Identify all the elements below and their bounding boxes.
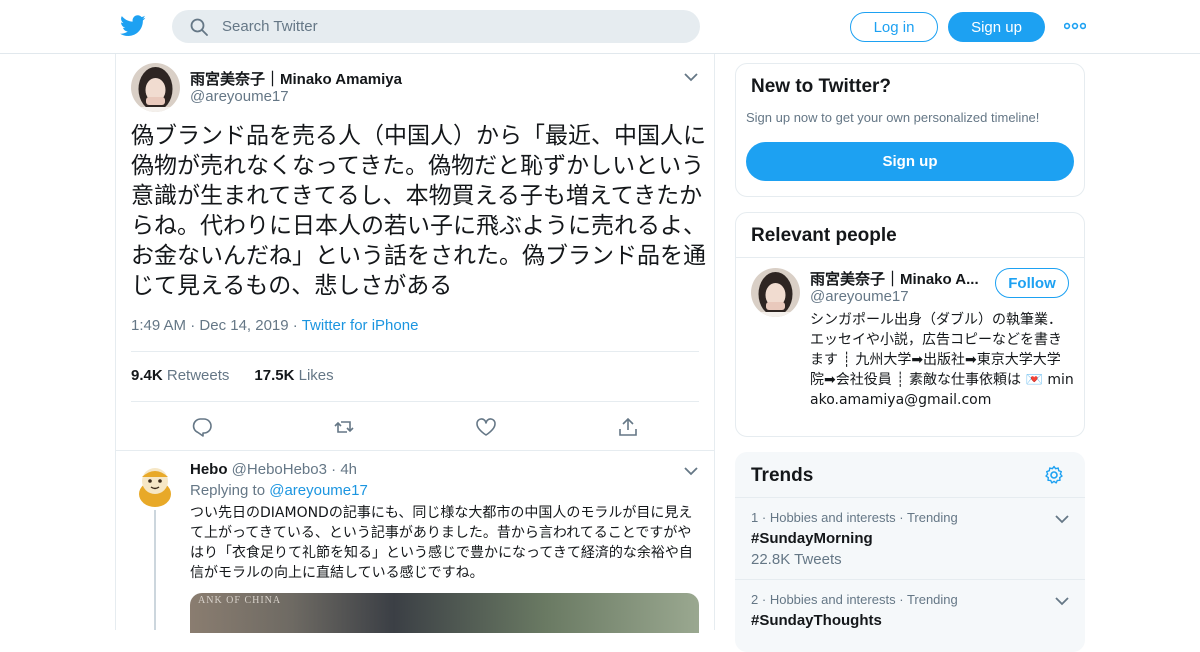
relevant-person-bio: シンガポール出身（ダブル）の執筆業．エッセイや小説，広告コピーなどを書きます ┊…	[810, 312, 1074, 408]
trends-panel: Trends 1 · Hobbies and interests · Trend…	[735, 452, 1085, 652]
share-icon[interactable]	[617, 416, 639, 438]
likes-stat[interactable]: 17.5K Likes	[254, 367, 333, 384]
top-navigation-bar: Log in Sign up	[0, 0, 1200, 54]
tweet-time[interactable]: 1:49 AM	[131, 317, 186, 334]
tweet-date[interactable]: Dec 14, 2019	[199, 317, 288, 334]
like-icon[interactable]	[475, 416, 497, 438]
author-handle[interactable]: @areyoume17	[190, 88, 289, 105]
thread-line	[154, 510, 156, 630]
trend-meta: 2 · Hobbies and interests · Trending	[751, 592, 958, 607]
log-in-button[interactable]: Log in	[850, 12, 938, 42]
search-input[interactable]	[222, 11, 682, 42]
divider	[131, 401, 699, 402]
reply-text: つい先日のDIAMONDの記事にも、同じ様な大都市の中国人のモラルが目に見えて上…	[190, 505, 693, 581]
retweet-icon[interactable]	[333, 416, 355, 438]
reply-media-image[interactable]: ANK OF CHINA	[190, 593, 699, 633]
new-to-twitter-title: New to Twitter?	[751, 76, 892, 97]
trend-name[interactable]: #SundayMorning	[751, 530, 873, 547]
reply-author-name[interactable]: Hebo	[190, 461, 228, 478]
more-dots-icon[interactable]	[1064, 22, 1086, 30]
sign-up-cta-button[interactable]: Sign up	[746, 142, 1074, 181]
relevant-person-avatar[interactable]	[751, 268, 800, 317]
reply-author-handle[interactable]: @HeboHebo3	[232, 461, 327, 478]
reply-header: Hebo @HeboHebo3 · 4h	[190, 461, 357, 478]
author-name[interactable]: 雨宮美奈子｜Minako Amamiya	[190, 68, 402, 89]
tweet-timestamp[interactable]: 1:49 AM · Dec 14, 2019 · Twitter for iPh…	[131, 317, 418, 334]
trend-meta: 1 · Hobbies and interests · Trending	[751, 510, 958, 525]
sign-up-button[interactable]: Sign up	[948, 12, 1045, 42]
trend-tweet-count: 22.8K Tweets	[751, 551, 842, 568]
chevron-down-icon[interactable]	[1055, 514, 1069, 524]
meta-separator: ·	[292, 317, 298, 334]
retweets-stat[interactable]: 9.4K Retweets	[131, 367, 229, 384]
chevron-down-icon[interactable]	[684, 72, 698, 82]
replying-to-link[interactable]: @areyoume17	[269, 482, 368, 499]
trend-item[interactable]: 2 · Hobbies and interests · Trending #Su…	[735, 579, 1085, 652]
reply-author-avatar[interactable]	[131, 461, 180, 510]
tweet-text: 偽ブランド品を売る人（中国人）から「最近、中国人に偽物が売れなくなってきた。偽物…	[131, 123, 706, 299]
relevant-people-title: Relevant people	[751, 225, 897, 246]
divider	[116, 450, 714, 451]
author-avatar[interactable]	[131, 63, 180, 112]
relevant-person-handle[interactable]: @areyoume17	[810, 288, 909, 305]
replying-to-label: Replying to	[190, 482, 266, 499]
trend-name[interactable]: #SundayThoughts	[751, 612, 882, 629]
twitter-bird-icon[interactable]	[120, 14, 146, 38]
meta-separator: ·	[331, 461, 337, 478]
relevant-person-name[interactable]: 雨宮美奈子｜Minako A...	[810, 268, 979, 289]
tweet-stats: 9.4K Retweets 17.5K Likes	[131, 367, 334, 384]
media-caption: ANK OF CHINA	[198, 595, 282, 606]
reply-time[interactable]: 4h	[340, 461, 357, 478]
gear-icon[interactable]	[1044, 465, 1064, 485]
trends-title: Trends	[751, 465, 814, 486]
chevron-down-icon[interactable]	[1055, 596, 1069, 606]
divider	[131, 351, 699, 352]
replying-to: Replying to @areyoume17	[190, 482, 368, 499]
search-icon	[190, 18, 208, 36]
follow-button[interactable]: Follow	[995, 268, 1069, 298]
new-to-twitter-subtitle: Sign up now to get your own personalized…	[746, 110, 1040, 125]
reply-icon[interactable]	[191, 416, 213, 438]
divider	[736, 257, 1084, 258]
trend-item[interactable]: 1 · Hobbies and interests · Trending #Su…	[735, 497, 1085, 579]
meta-separator: ·	[190, 317, 196, 334]
tweet-source-link[interactable]: Twitter for iPhone	[302, 317, 419, 334]
chevron-down-icon[interactable]	[684, 466, 698, 476]
